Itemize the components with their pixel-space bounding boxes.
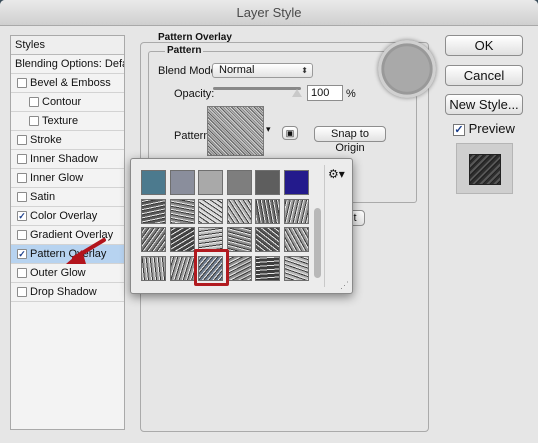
pattern-tile[interactable]	[198, 199, 223, 224]
pattern-tile[interactable]	[141, 199, 166, 224]
style-item-stroke[interactable]: Stroke	[11, 131, 124, 150]
preview-checkbox-row[interactable]: ✓ Preview	[453, 121, 515, 136]
pattern-tile[interactable]	[255, 227, 280, 252]
style-checkbox[interactable]	[17, 287, 27, 297]
selected-pattern-highlight	[194, 249, 229, 286]
style-preview	[456, 143, 513, 194]
style-item-label: Inner Glow	[30, 172, 84, 184]
blending-options-label: Blending Options: Default	[15, 58, 124, 70]
pattern-tile[interactable]	[170, 256, 195, 281]
pattern-swatch[interactable]	[207, 106, 264, 156]
opacity-label: Opacity:	[174, 88, 215, 100]
style-item-label: Drop Shadow	[30, 286, 97, 298]
gear-icon[interactable]: ⚙▾	[328, 167, 345, 181]
style-item-texture[interactable]: Texture	[11, 112, 124, 131]
pattern-tile[interactable]	[227, 227, 252, 252]
styles-list: Styles Blending Options: Default Bevel &…	[10, 35, 125, 430]
style-item-satin[interactable]: Satin	[11, 188, 124, 207]
opacity-slider-thumb[interactable]	[292, 89, 302, 97]
style-item-inner-glow[interactable]: Inner Glow	[11, 169, 124, 188]
style-item-label: Texture	[42, 115, 79, 127]
select-arrows-icon: ⬍	[301, 66, 308, 75]
style-checkbox[interactable]	[17, 268, 27, 278]
pattern-tile[interactable]	[255, 256, 280, 281]
opacity-unit: %	[346, 88, 356, 100]
style-checkbox[interactable]	[29, 97, 39, 107]
style-checkbox[interactable]	[17, 154, 27, 164]
style-item-inner-shadow[interactable]: Inner Shadow	[11, 150, 124, 169]
blend-mode-label: Blend Mode:	[158, 65, 220, 77]
style-checkbox[interactable]	[17, 78, 27, 88]
layer-style-dialog: Layer Style Styles Blending Options: Def…	[0, 0, 538, 443]
style-checkbox[interactable]	[17, 173, 27, 183]
pattern-tile[interactable]	[255, 170, 280, 195]
annotation-arrow-icon	[66, 238, 106, 264]
snap-to-origin-button[interactable]: Snap to Origin	[314, 126, 386, 154]
pattern-tile[interactable]	[255, 199, 280, 224]
group-title: Pattern	[165, 45, 204, 56]
resize-grip-icon[interactable]: ⋰	[340, 280, 350, 290]
style-item-label: Inner Shadow	[30, 153, 98, 165]
pattern-tile[interactable]	[141, 227, 166, 252]
pattern-dropdown-arrow-icon[interactable]: ▾	[266, 124, 271, 135]
pattern-tile[interactable]	[198, 170, 223, 195]
cursor-highlight-circle	[378, 40, 436, 98]
style-item-label: Satin	[30, 191, 56, 203]
style-item-drop-shadow[interactable]: Drop Shadow	[11, 283, 124, 302]
style-checkbox[interactable]	[17, 135, 27, 145]
popover-divider	[324, 165, 325, 287]
pattern-tile[interactable]	[284, 256, 309, 281]
blend-mode-value: Normal	[219, 64, 255, 76]
style-item-label: Stroke	[30, 134, 62, 146]
style-item-label: Color Overlay	[30, 210, 98, 222]
ok-button[interactable]: OK	[445, 35, 523, 56]
blend-mode-select[interactable]: Normal ⬍	[212, 63, 313, 78]
opacity-slider-track[interactable]	[213, 87, 301, 90]
pattern-tile[interactable]	[170, 170, 195, 195]
window-title: Layer Style	[0, 0, 538, 26]
pattern-tile[interactable]	[170, 199, 195, 224]
cancel-button[interactable]: Cancel	[445, 65, 523, 86]
pattern-tile[interactable]	[284, 227, 309, 252]
style-checkbox[interactable]	[17, 192, 27, 202]
pattern-tile[interactable]	[227, 199, 252, 224]
style-item-color-overlay[interactable]: ✓ Color Overlay	[11, 207, 124, 226]
styles-header[interactable]: Styles	[11, 36, 124, 55]
new-preset-icon[interactable]: ▣	[282, 126, 298, 140]
pattern-tile[interactable]	[170, 227, 195, 252]
style-item-label: Contour	[42, 96, 82, 108]
preview-label: Preview	[468, 121, 515, 136]
style-checkbox[interactable]	[17, 230, 27, 240]
opacity-input[interactable]: 100	[307, 85, 343, 101]
style-checkbox[interactable]: ✓	[17, 211, 27, 221]
preview-swatch	[469, 154, 501, 185]
popover-scrollbar[interactable]	[314, 208, 321, 278]
pattern-tile[interactable]	[227, 170, 252, 195]
style-item-bevel-emboss[interactable]: Bevel & Emboss	[11, 74, 124, 93]
pattern-tile[interactable]	[284, 199, 309, 224]
pattern-tile[interactable]	[141, 170, 166, 195]
style-item-label: Bevel & Emboss	[30, 77, 111, 89]
pattern-tile[interactable]	[284, 170, 309, 195]
style-checkbox[interactable]	[29, 116, 39, 126]
style-checkbox[interactable]: ✓	[17, 249, 27, 259]
new-style-button[interactable]: New Style...	[445, 94, 523, 115]
preview-checkbox[interactable]: ✓	[453, 123, 465, 136]
blending-options-item[interactable]: Blending Options: Default	[11, 55, 124, 74]
pattern-tile[interactable]	[141, 256, 166, 281]
pattern-tile[interactable]	[227, 256, 252, 281]
style-item-contour[interactable]: Contour	[11, 93, 124, 112]
